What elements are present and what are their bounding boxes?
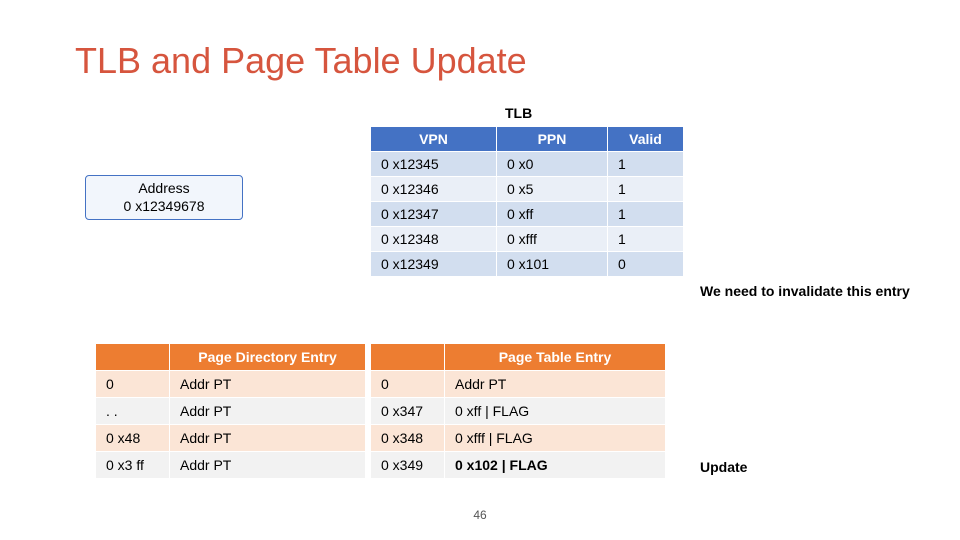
table-row: 0 x12345 0 x0 1 bbox=[371, 152, 684, 177]
address-value: 0 x12349678 bbox=[94, 198, 234, 216]
pt-val: 0 x102 | FLAG bbox=[445, 452, 666, 479]
table-row: 0 x3 ff Addr PT bbox=[96, 452, 366, 479]
tlb-cell-ppn: 0 xfff bbox=[497, 227, 608, 252]
pd-val: Addr PT bbox=[170, 452, 366, 479]
pd-val: Addr PT bbox=[170, 398, 366, 425]
table-row: 0 x12346 0 x5 1 bbox=[371, 177, 684, 202]
tlb-cell-ppn: 0 xff bbox=[497, 202, 608, 227]
tlb-table: VPN PPN Valid 0 x12345 0 x0 1 0 x12346 0… bbox=[370, 126, 684, 277]
tlb-cell-valid: 1 bbox=[608, 152, 684, 177]
pd-idx: 0 x3 ff bbox=[96, 452, 170, 479]
pd-header-blank bbox=[96, 344, 170, 371]
page-title: TLB and Page Table Update bbox=[75, 40, 527, 82]
pd-val: Addr PT bbox=[170, 425, 366, 452]
tlb-header-ppn: PPN bbox=[497, 127, 608, 152]
pt-idx: 0 bbox=[371, 371, 445, 398]
address-label: Address bbox=[94, 180, 234, 198]
pt-val: Addr PT bbox=[445, 371, 666, 398]
table-row: . . Addr PT bbox=[96, 398, 366, 425]
pt-idx: 0 x349 bbox=[371, 452, 445, 479]
tlb-cell-ppn: 0 x101 bbox=[497, 252, 608, 277]
pt-val: 0 xfff | FLAG bbox=[445, 425, 666, 452]
annotation-update: Update bbox=[700, 459, 747, 475]
pd-idx: . . bbox=[96, 398, 170, 425]
table-row: 0 Addr PT bbox=[96, 371, 366, 398]
tlb-cell-valid: 1 bbox=[608, 202, 684, 227]
tlb-cell-valid: 1 bbox=[608, 227, 684, 252]
page-number: 46 bbox=[0, 508, 960, 522]
table-row: 0 x48 Addr PT bbox=[96, 425, 366, 452]
tlb-cell-valid: 0 bbox=[608, 252, 684, 277]
tlb-cell-vpn: 0 x12349 bbox=[371, 252, 497, 277]
tlb-header-vpn: VPN bbox=[371, 127, 497, 152]
page-directory-table: Page Directory Entry 0 Addr PT . . Addr … bbox=[95, 343, 366, 479]
annotation-invalidate: We need to invalidate this entry bbox=[700, 283, 910, 299]
pt-idx: 0 x347 bbox=[371, 398, 445, 425]
pt-header-label: Page Table Entry bbox=[445, 344, 666, 371]
tlb-cell-ppn: 0 x0 bbox=[497, 152, 608, 177]
tlb-cell-valid: 1 bbox=[608, 177, 684, 202]
pt-idx: 0 x348 bbox=[371, 425, 445, 452]
pd-header-label: Page Directory Entry bbox=[170, 344, 366, 371]
address-box: Address 0 x12349678 bbox=[85, 175, 243, 220]
table-row: 0 x347 0 xff | FLAG bbox=[371, 398, 666, 425]
table-row: 0 x12347 0 xff 1 bbox=[371, 202, 684, 227]
pd-idx: 0 bbox=[96, 371, 170, 398]
pd-idx: 0 x48 bbox=[96, 425, 170, 452]
tlb-label: TLB bbox=[505, 105, 532, 121]
tlb-cell-vpn: 0 x12345 bbox=[371, 152, 497, 177]
tlb-cell-ppn: 0 x5 bbox=[497, 177, 608, 202]
tlb-cell-vpn: 0 x12346 bbox=[371, 177, 497, 202]
table-row: 0 x348 0 xfff | FLAG bbox=[371, 425, 666, 452]
table-row: 0 x349 0 x102 | FLAG bbox=[371, 452, 666, 479]
page-table-table: Page Table Entry 0 Addr PT 0 x347 0 xff … bbox=[370, 343, 666, 479]
table-row: 0 x12348 0 xfff 1 bbox=[371, 227, 684, 252]
pd-val: Addr PT bbox=[170, 371, 366, 398]
tlb-cell-vpn: 0 x12348 bbox=[371, 227, 497, 252]
tlb-cell-vpn: 0 x12347 bbox=[371, 202, 497, 227]
table-row: 0 x12349 0 x101 0 bbox=[371, 252, 684, 277]
pt-header-blank bbox=[371, 344, 445, 371]
tlb-header-valid: Valid bbox=[608, 127, 684, 152]
pt-val: 0 xff | FLAG bbox=[445, 398, 666, 425]
table-row: 0 Addr PT bbox=[371, 371, 666, 398]
